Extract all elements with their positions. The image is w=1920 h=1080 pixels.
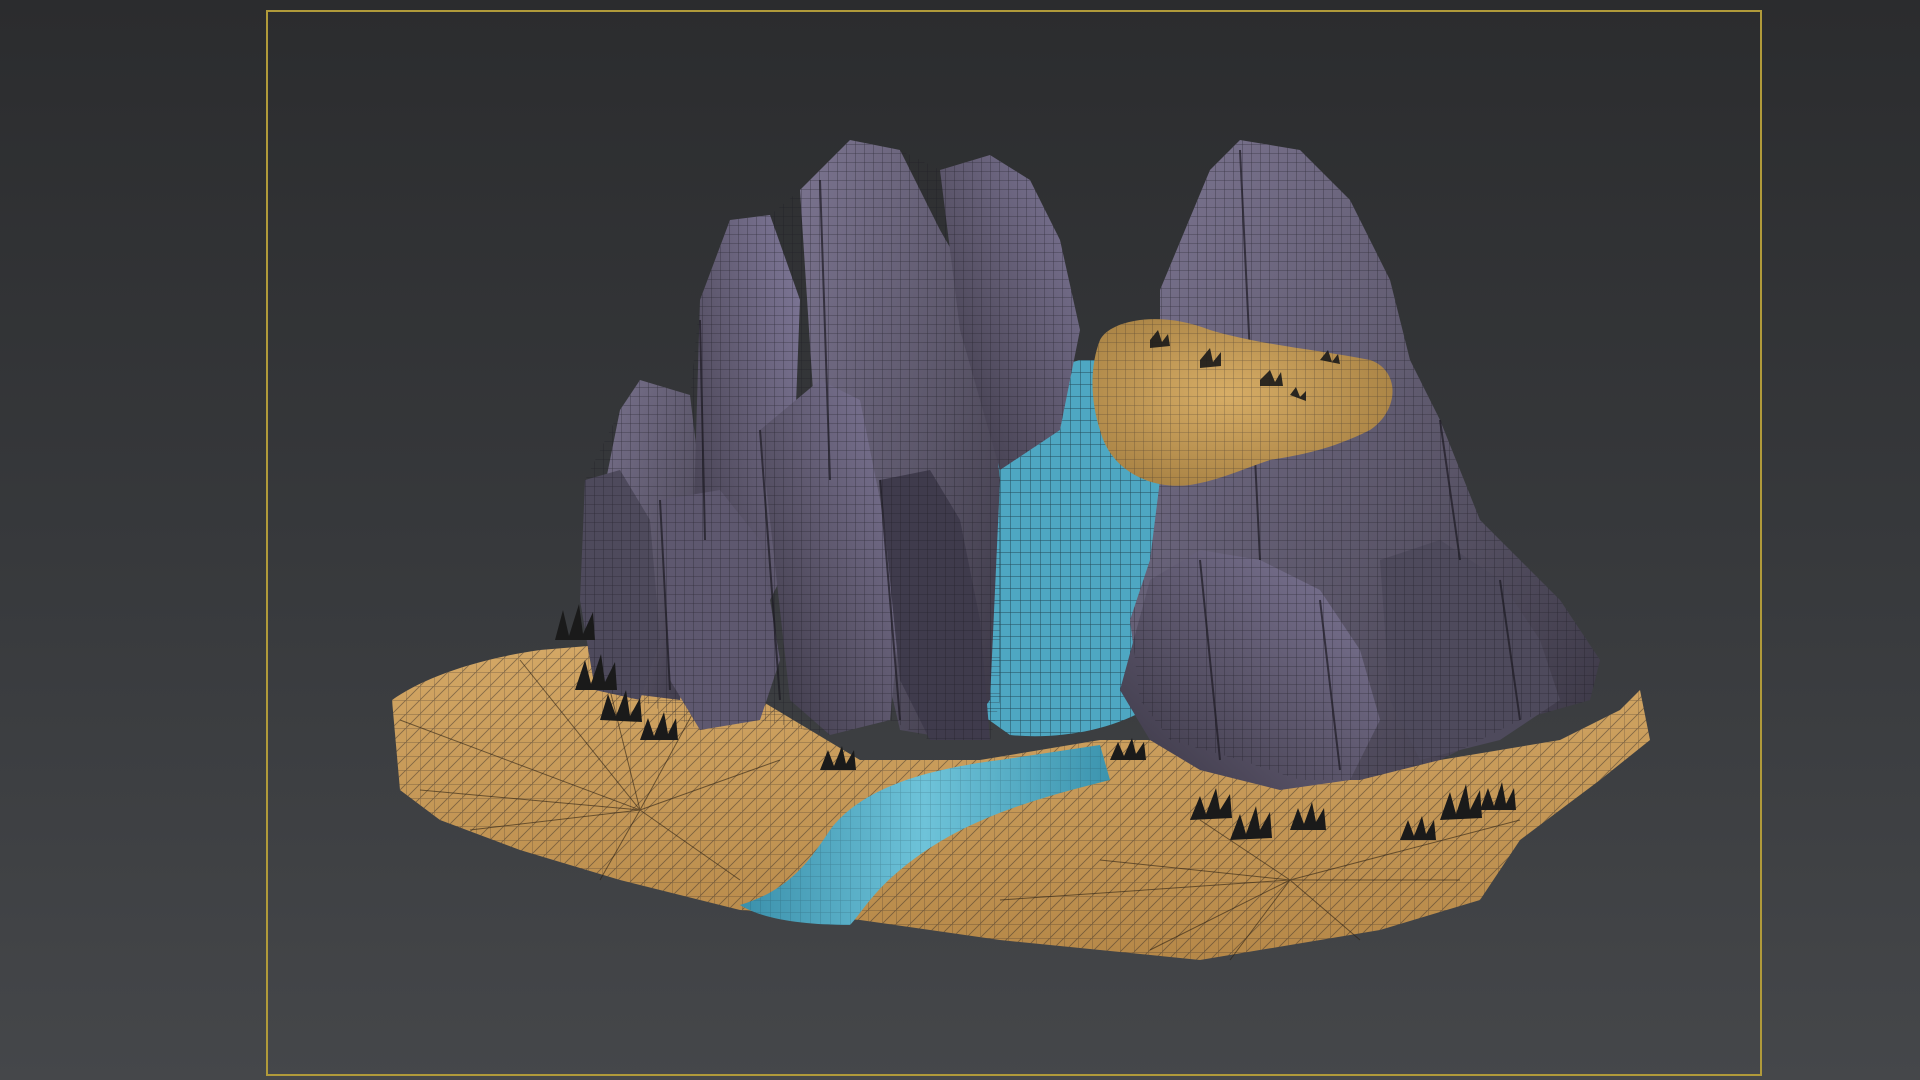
scene-canvas[interactable] (0, 0, 1920, 1080)
viewport[interactable] (0, 0, 1920, 1080)
